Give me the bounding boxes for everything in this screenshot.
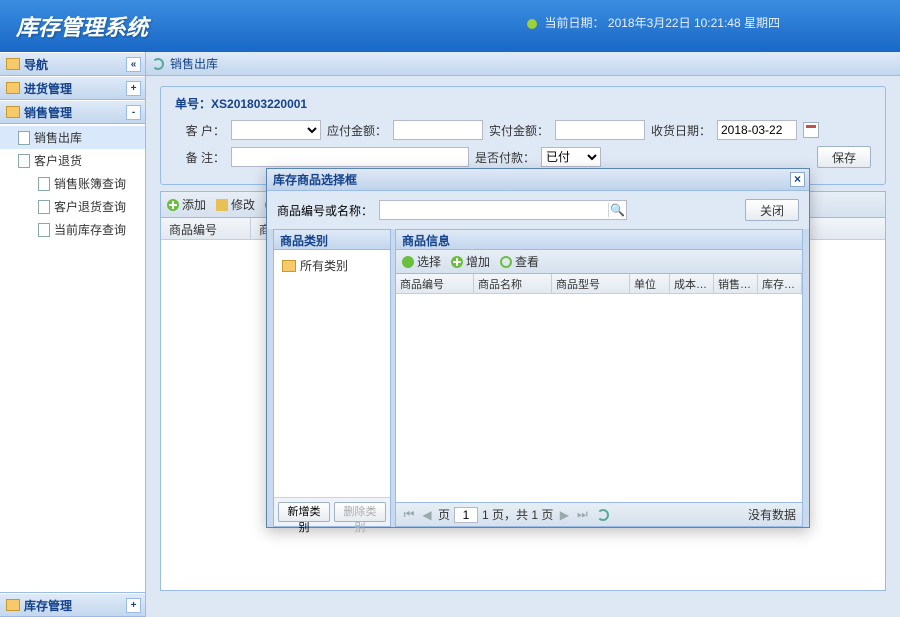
add-product-button[interactable]: 增加 xyxy=(451,253,490,270)
nav-panel-header[interactable]: 导航 « xyxy=(0,52,145,76)
paid-status-label: 是否付款： xyxy=(475,149,535,166)
folder-icon xyxy=(6,106,20,118)
remark-input[interactable] xyxy=(231,147,469,167)
tab-bar: 销售出库 xyxy=(146,52,900,76)
sidebar-item-sales-out[interactable]: 销售出库 xyxy=(0,126,145,149)
sidebar-item-customer-return[interactable]: 客户退货 xyxy=(0,149,145,172)
dialog-title: 库存商品选择框 xyxy=(273,171,357,188)
nav-title: 导航 xyxy=(24,56,48,73)
customer-label: 客 户： xyxy=(175,122,225,139)
page-icon xyxy=(38,223,50,237)
current-date: 当前日期： 2018年3月22日 10:21:48 星期四 xyxy=(527,14,780,31)
magnifier-icon xyxy=(500,256,512,268)
dialog-search-row: 商品编号或名称： 🔍 关闭 xyxy=(267,191,809,229)
col-stock[interactable]: 库存… xyxy=(758,274,802,293)
product-grid-body xyxy=(396,294,802,502)
col-sale[interactable]: 销售… xyxy=(714,274,758,293)
product-info-title: 商品信息 xyxy=(396,230,802,250)
collapse-icon[interactable]: - xyxy=(126,105,141,120)
folder-icon xyxy=(6,58,20,70)
page-icon xyxy=(38,177,50,191)
receivable-input[interactable] xyxy=(393,120,483,140)
product-toolbar: 选择 增加 查看 xyxy=(396,250,802,274)
refresh-icon[interactable] xyxy=(152,58,164,70)
col-product-code[interactable]: 商品编号 xyxy=(161,218,251,239)
page-total: 1 页，共 1 页 xyxy=(482,506,553,523)
sidebar-item-sales-ledger[interactable]: 销售账簿查询 xyxy=(0,172,145,195)
category-root[interactable]: 所有类别 xyxy=(278,254,386,277)
edit-icon xyxy=(216,199,228,211)
col-cost[interactable]: 成本… xyxy=(670,274,714,293)
remark-label: 备 注： xyxy=(175,149,225,166)
sidebar-item-stock-query[interactable]: 当前库存查询 xyxy=(0,218,145,241)
check-icon xyxy=(402,256,414,268)
dialog-title-bar[interactable]: 库存商品选择框 × xyxy=(267,169,809,191)
collapse-icon[interactable]: « xyxy=(126,57,141,72)
next-page-icon[interactable]: ▶ xyxy=(557,508,571,522)
folder-icon xyxy=(6,82,20,94)
tab-sales-out[interactable]: 销售出库 xyxy=(170,55,218,72)
col-name[interactable]: 商品名称 xyxy=(474,274,552,293)
page-icon xyxy=(18,131,30,145)
customer-select[interactable] xyxy=(231,120,321,140)
page-icon xyxy=(18,154,30,168)
edit-button[interactable]: 修改 xyxy=(216,196,255,213)
calendar-icon[interactable] xyxy=(803,122,819,138)
folder-icon xyxy=(282,260,296,272)
delete-category-button[interactable]: 删除类别 xyxy=(334,502,386,522)
expand-icon[interactable]: + xyxy=(126,81,141,96)
page-input[interactable] xyxy=(454,507,478,523)
order-number: 单号：XS201803220001 xyxy=(175,95,871,112)
save-button[interactable]: 保存 xyxy=(817,146,871,168)
paid-label: 实付金额： xyxy=(489,122,549,139)
product-picker-dialog: 库存商品选择框 × 商品编号或名称： 🔍 关闭 商品类别 xyxy=(266,168,810,528)
category-panel: 商品类别 所有类别 新增类别 删除类别 xyxy=(273,229,391,527)
delivery-date-input[interactable] xyxy=(717,120,797,140)
paid-input[interactable] xyxy=(555,120,645,140)
last-page-icon[interactable]: ⏭ xyxy=(575,507,589,522)
group-purchase[interactable]: 进货管理 + xyxy=(0,76,145,100)
search-input[interactable] xyxy=(380,201,608,219)
folder-icon xyxy=(6,599,20,611)
close-icon[interactable]: × xyxy=(790,172,805,187)
category-tree: 所有类别 xyxy=(274,250,390,497)
page-label: 页 xyxy=(438,506,450,523)
paid-status-select[interactable]: 已付 xyxy=(541,147,601,167)
add-category-button[interactable]: 新增类别 xyxy=(278,502,330,522)
sidebar: 导航 « 进货管理 + 销售管理 - 销售出库 客户退货 销售账簿查询 客户退货… xyxy=(0,52,146,617)
add-icon xyxy=(167,199,179,211)
add-icon xyxy=(451,256,463,268)
receivable-label: 应付金额： xyxy=(327,122,387,139)
group-sales[interactable]: 销售管理 - xyxy=(0,100,145,124)
app-title: 库存管理系统 xyxy=(16,10,148,42)
page-icon xyxy=(38,200,50,214)
delivery-label: 收货日期： xyxy=(651,122,711,139)
add-button[interactable]: 添加 xyxy=(167,196,206,213)
sidebar-item-return-query[interactable]: 客户退货查询 xyxy=(0,195,145,218)
category-actions: 新增类别 删除类别 xyxy=(274,497,390,526)
refresh-icon[interactable] xyxy=(597,509,609,521)
prev-page-icon[interactable]: ◀ xyxy=(420,508,434,522)
col-code[interactable]: 商品编号 xyxy=(396,274,474,293)
main-content: 销售出库 单号：XS201803220001 客 户： 应付金额： 实付金额： … xyxy=(146,52,900,617)
col-unit[interactable]: 单位 xyxy=(630,274,670,293)
product-info-panel: 商品信息 选择 增加 查看 商品编号 商品名称 商品型号 单位 成本… 销售… … xyxy=(395,229,803,527)
search-input-wrapper: 🔍 xyxy=(379,200,627,220)
expand-icon[interactable]: + xyxy=(126,598,141,613)
search-icon[interactable]: 🔍 xyxy=(608,203,626,217)
sales-tree: 销售出库 客户退货 销售账簿查询 客户退货查询 当前库存查询 xyxy=(0,124,145,593)
app-header: 库存管理系统 当前日期： 2018年3月22日 10:21:48 星期四 xyxy=(0,0,900,52)
col-model[interactable]: 商品型号 xyxy=(552,274,630,293)
no-data-label: 没有数据 xyxy=(748,506,796,523)
first-page-icon[interactable]: ⏮ xyxy=(402,507,416,522)
close-button[interactable]: 关闭 xyxy=(745,199,799,221)
group-inventory[interactable]: 库存管理 + xyxy=(0,593,145,617)
status-dot-icon xyxy=(527,19,537,29)
category-title: 商品类别 xyxy=(274,230,390,250)
search-label: 商品编号或名称： xyxy=(277,202,373,219)
select-button[interactable]: 选择 xyxy=(402,253,441,270)
pager: ⏮ ◀ 页 1 页，共 1 页 ▶ ⏭ 没有数据 xyxy=(396,502,802,526)
view-button[interactable]: 查看 xyxy=(500,253,539,270)
product-grid-header: 商品编号 商品名称 商品型号 单位 成本… 销售… 库存… xyxy=(396,274,802,294)
